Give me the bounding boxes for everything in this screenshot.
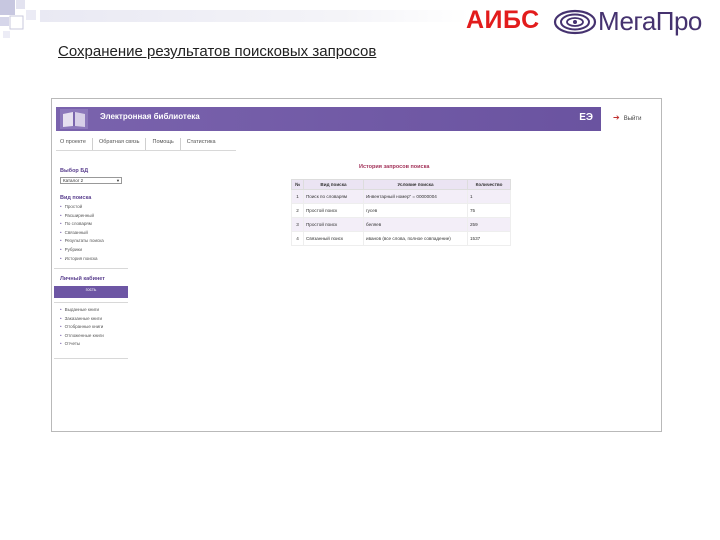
- table-row[interactable]: 4 Связанный поиск иванов (все слова, пол…: [291, 231, 511, 246]
- search-type-dictionary[interactable]: По словарям: [60, 220, 104, 229]
- cabinet-bottom-divider: [54, 358, 128, 359]
- search-type-extended[interactable]: Расширенный: [60, 212, 104, 221]
- cabinet-list: Выданные книги Заказанные книги Отобранн…: [60, 306, 104, 349]
- sidebar-divider: [54, 268, 128, 269]
- cell-num: 2: [291, 203, 304, 218]
- search-type-simple[interactable]: Простой: [60, 203, 104, 212]
- megapro-swirl-icon: [553, 9, 597, 35]
- guest-label: гость: [85, 287, 97, 292]
- search-type-list: Простой Расширенный По словарям Связанны…: [60, 203, 104, 263]
- exit-label: Выйти: [623, 116, 642, 122]
- cell-num: 1: [291, 189, 304, 204]
- cell-count: 75: [467, 203, 511, 218]
- cabinet-heading: Личный кабинет: [60, 276, 105, 282]
- library-screenshot: Электронная библиотека ЕЭ ➔ Выйти О проек…: [51, 98, 662, 432]
- table-row[interactable]: 1 Поиск по словарям Инвентарный номер" =…: [291, 189, 511, 204]
- db-select-value: Каталог 2: [63, 178, 84, 183]
- search-type-heading: Вид поиска: [60, 195, 92, 201]
- search-type-linked[interactable]: Связанный: [60, 229, 104, 238]
- top-decorative-bar: [40, 10, 470, 22]
- cabinet-selected-books[interactable]: Отобранные книги: [60, 323, 104, 332]
- col-header-count: Количество: [467, 179, 511, 190]
- cell-type: Простой поиск: [303, 203, 364, 218]
- open-book-icon: [60, 109, 88, 129]
- cabinet-ordered-books[interactable]: Заказанные книги: [60, 315, 104, 324]
- cell-type: Связанный поиск: [303, 231, 364, 246]
- nav-divider: [56, 150, 236, 151]
- cell-count: 1537: [467, 231, 511, 246]
- slide-title: Сохранение результатов поисковых запросо…: [58, 43, 377, 60]
- header-logo-mark: ЕЭ: [579, 112, 593, 123]
- history-title: История запросов поиска: [359, 164, 430, 170]
- history-table: № Вид поиска Условие поиска Количество 1…: [291, 179, 511, 246]
- chevron-down-icon: ▼: [116, 178, 120, 183]
- cabinet-reports[interactable]: Отчеты: [60, 340, 104, 349]
- app-title: Электронная библиотека: [100, 112, 200, 121]
- search-type-results[interactable]: Результаты поиска: [60, 237, 104, 246]
- cell-condition: гусев: [363, 203, 468, 218]
- cell-count: 259: [467, 217, 511, 232]
- search-type-rubrics[interactable]: Рубрики: [60, 246, 104, 255]
- logo-aibs: АИБС: [466, 6, 540, 34]
- search-type-history[interactable]: История поиска: [60, 255, 104, 264]
- cabinet-issued-books[interactable]: Выданные книги: [60, 306, 104, 315]
- db-heading: Выбор БД: [60, 168, 89, 174]
- cabinet-divider: [54, 302, 128, 303]
- cell-type: Поиск по словарям: [303, 189, 364, 204]
- exit-link[interactable]: ➔ Выйти: [613, 113, 641, 122]
- cell-condition: Инвентарный номер" = 00000004: [363, 189, 468, 204]
- cell-count: 1: [467, 189, 511, 204]
- history-header-row: № Вид поиска Условие поиска Количество: [291, 179, 511, 190]
- col-header-num: №: [291, 179, 304, 190]
- cell-num: 3: [291, 217, 304, 232]
- guest-bar: гость: [54, 286, 128, 298]
- db-select[interactable]: Каталог 2 ▼: [60, 177, 122, 184]
- app-header: Электронная библиотека ЕЭ: [56, 107, 601, 131]
- table-row[interactable]: 3 Простой поиск беляев 259: [291, 217, 511, 232]
- exit-icon: ➔: [613, 113, 620, 122]
- cell-condition: беляев: [363, 217, 468, 232]
- logo-megapro: МегаПро: [598, 6, 702, 36]
- cell-num: 4: [291, 231, 304, 246]
- cell-condition: иванов (все слова, полное совпадение): [363, 231, 468, 246]
- table-row[interactable]: 2 Простой поиск гусев 75: [291, 203, 511, 218]
- cabinet-deferred-books[interactable]: Отложенные книги: [60, 332, 104, 341]
- col-header-type: Вид поиска: [303, 179, 364, 190]
- col-header-condition: Условие поиска: [363, 179, 468, 190]
- cell-type: Простой поиск: [303, 217, 364, 232]
